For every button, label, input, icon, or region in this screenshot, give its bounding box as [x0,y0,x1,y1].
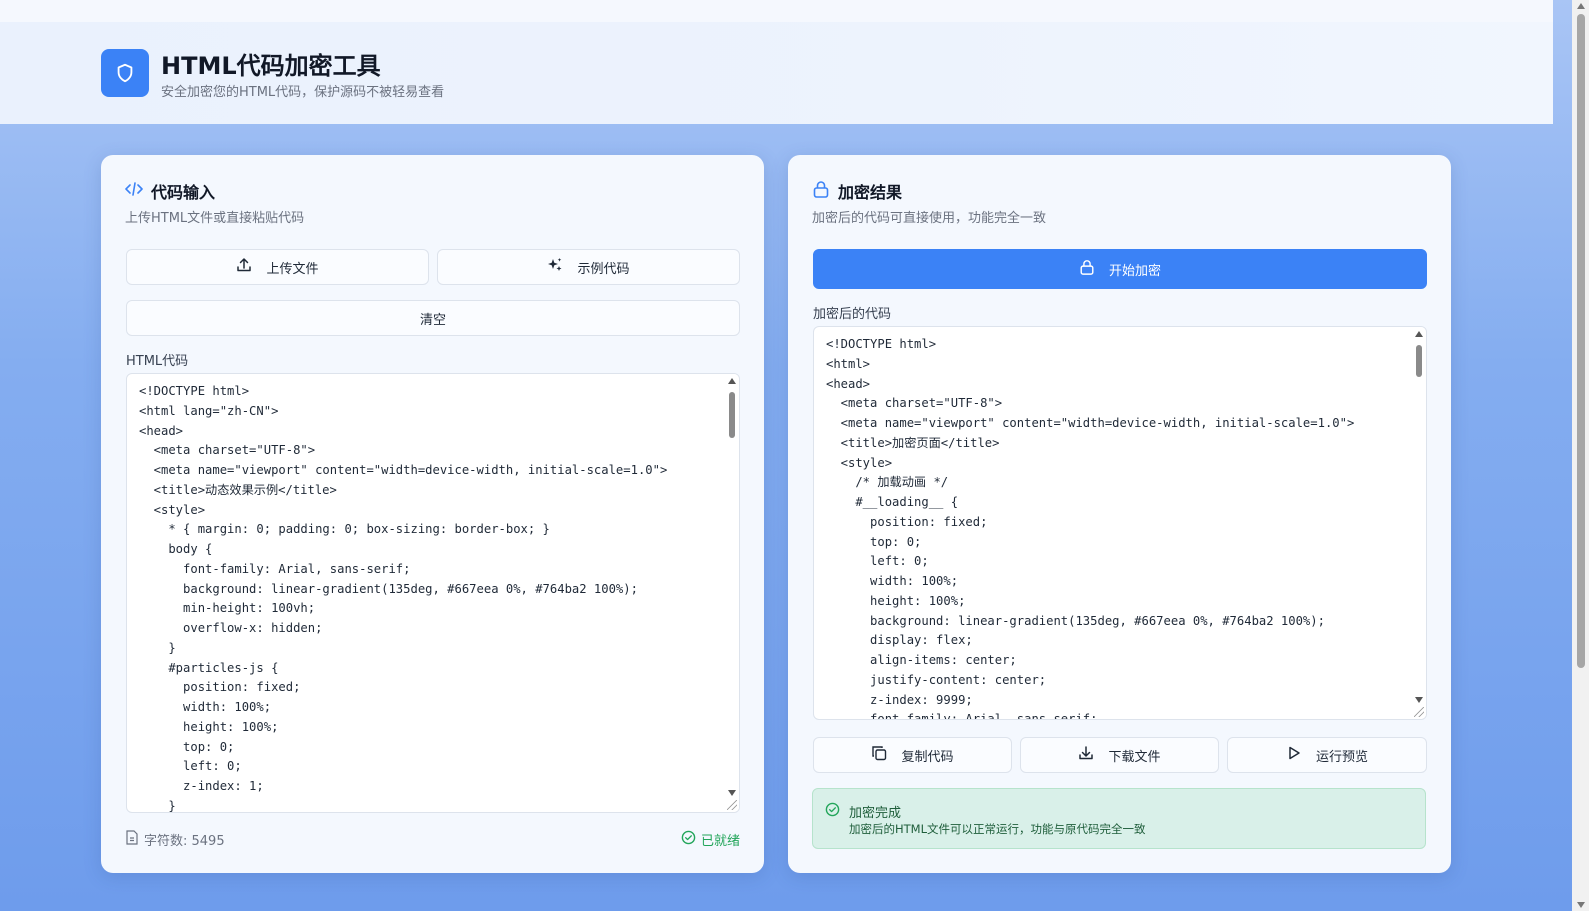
app-title: HTML代码加密工具 [161,52,381,80]
input-panel-title: 代码输入 [125,179,215,203]
play-icon [1286,745,1302,765]
sample-code-label: 示例代码 [577,261,630,277]
start-encrypt-label: 开始加密 [1108,263,1161,279]
input-panel-subtitle: 上传HTML文件或直接粘贴代码 [125,211,305,226]
encrypted-code-content: <!DOCTYPE html> <html> <head> <meta char… [826,337,1355,720]
app-header: HTML代码加密工具 安全加密您的HTML代码，保护源码不被轻易查看 [0,22,1553,124]
upload-file-button[interactable]: 上传文件 [126,249,429,285]
char-count-text: 字符数: 5495 [144,834,225,849]
download-icon [1078,745,1094,765]
clear-label: 清空 [419,312,446,328]
scroll-thumb[interactable] [1416,345,1422,377]
upload-icon [236,257,252,277]
success-message: 加密后的HTML文件可以正常运行，功能与原代码完全一致 [849,822,1146,836]
lock-icon [812,180,830,202]
download-file-button[interactable]: 下载文件 [1020,737,1219,773]
html-code-label: HTML代码 [126,354,189,369]
scroll-down-arrow-icon[interactable] [1415,697,1423,703]
copy-icon [871,745,887,765]
output-panel: 加密结果 加密后的代码可直接使用，功能完全一致 开始加密 加密后的代码 <!DO… [788,155,1451,873]
scroll-up-arrow-icon[interactable] [1415,331,1423,337]
encrypted-code-scrollbar[interactable] [1412,327,1426,719]
code-icon [125,181,143,201]
copy-code-button[interactable]: 复制代码 [813,737,1012,773]
success-title: 加密完成 [849,806,902,821]
scroll-thumb[interactable] [729,392,735,438]
scroll-down-arrow-icon[interactable] [1577,902,1585,908]
scroll-down-arrow-icon[interactable] [728,790,736,796]
html-code-textarea[interactable]: <!DOCTYPE html> <html lang="zh-CN"> <hea… [126,373,740,813]
resize-grip-icon[interactable] [727,800,737,810]
output-panel-title: 加密结果 [812,179,902,203]
success-alert: 加密完成 加密后的HTML文件可以正常运行，功能与原代码完全一致 [812,788,1426,849]
clear-button[interactable]: 清空 [126,300,740,336]
file-icon [125,830,139,849]
page-scrollbar[interactable] [1572,0,1589,911]
copy-code-label: 复制代码 [901,749,954,765]
top-strip [0,0,1553,22]
shield-icon [101,49,149,97]
run-preview-label: 运行预览 [1315,749,1368,765]
start-encrypt-button[interactable]: 开始加密 [813,249,1427,289]
page-scroll-thumb[interactable] [1577,14,1585,668]
upload-file-label: 上传文件 [266,261,319,277]
input-panel: 代码输入 上传HTML文件或直接粘贴代码 上传文件 示例代码 清空 HTML代码… [101,155,764,873]
lock-icon [1079,259,1095,279]
check-circle-icon [825,802,840,821]
download-file-label: 下载文件 [1108,749,1161,765]
encrypted-code-label: 加密后的代码 [813,307,892,322]
html-code-content: <!DOCTYPE html> <html lang="zh-CN"> <hea… [139,384,668,813]
char-count: 字符数: 5495 [125,830,225,849]
sparkles-icon [547,257,563,277]
output-panel-subtitle: 加密后的代码可直接使用，功能完全一致 [812,211,1047,226]
sample-code-button[interactable]: 示例代码 [437,249,740,285]
scroll-up-arrow-icon[interactable] [1577,3,1585,9]
resize-grip-icon[interactable] [1414,707,1424,717]
input-panel-title-text: 代码输入 [151,183,216,202]
ready-status: 已就绪 [681,830,740,849]
run-preview-button[interactable]: 运行预览 [1227,737,1427,773]
ready-status-text: 已就绪 [700,834,740,849]
app-subtitle: 安全加密您的HTML代码，保护源码不被轻易查看 [161,85,445,100]
check-circle-icon [681,830,696,849]
encrypted-code-textarea[interactable]: <!DOCTYPE html> <html> <head> <meta char… [813,326,1427,720]
scroll-up-arrow-icon[interactable] [728,378,736,384]
output-panel-title-text: 加密结果 [838,183,903,202]
code-scrollbar[interactable] [725,374,739,812]
